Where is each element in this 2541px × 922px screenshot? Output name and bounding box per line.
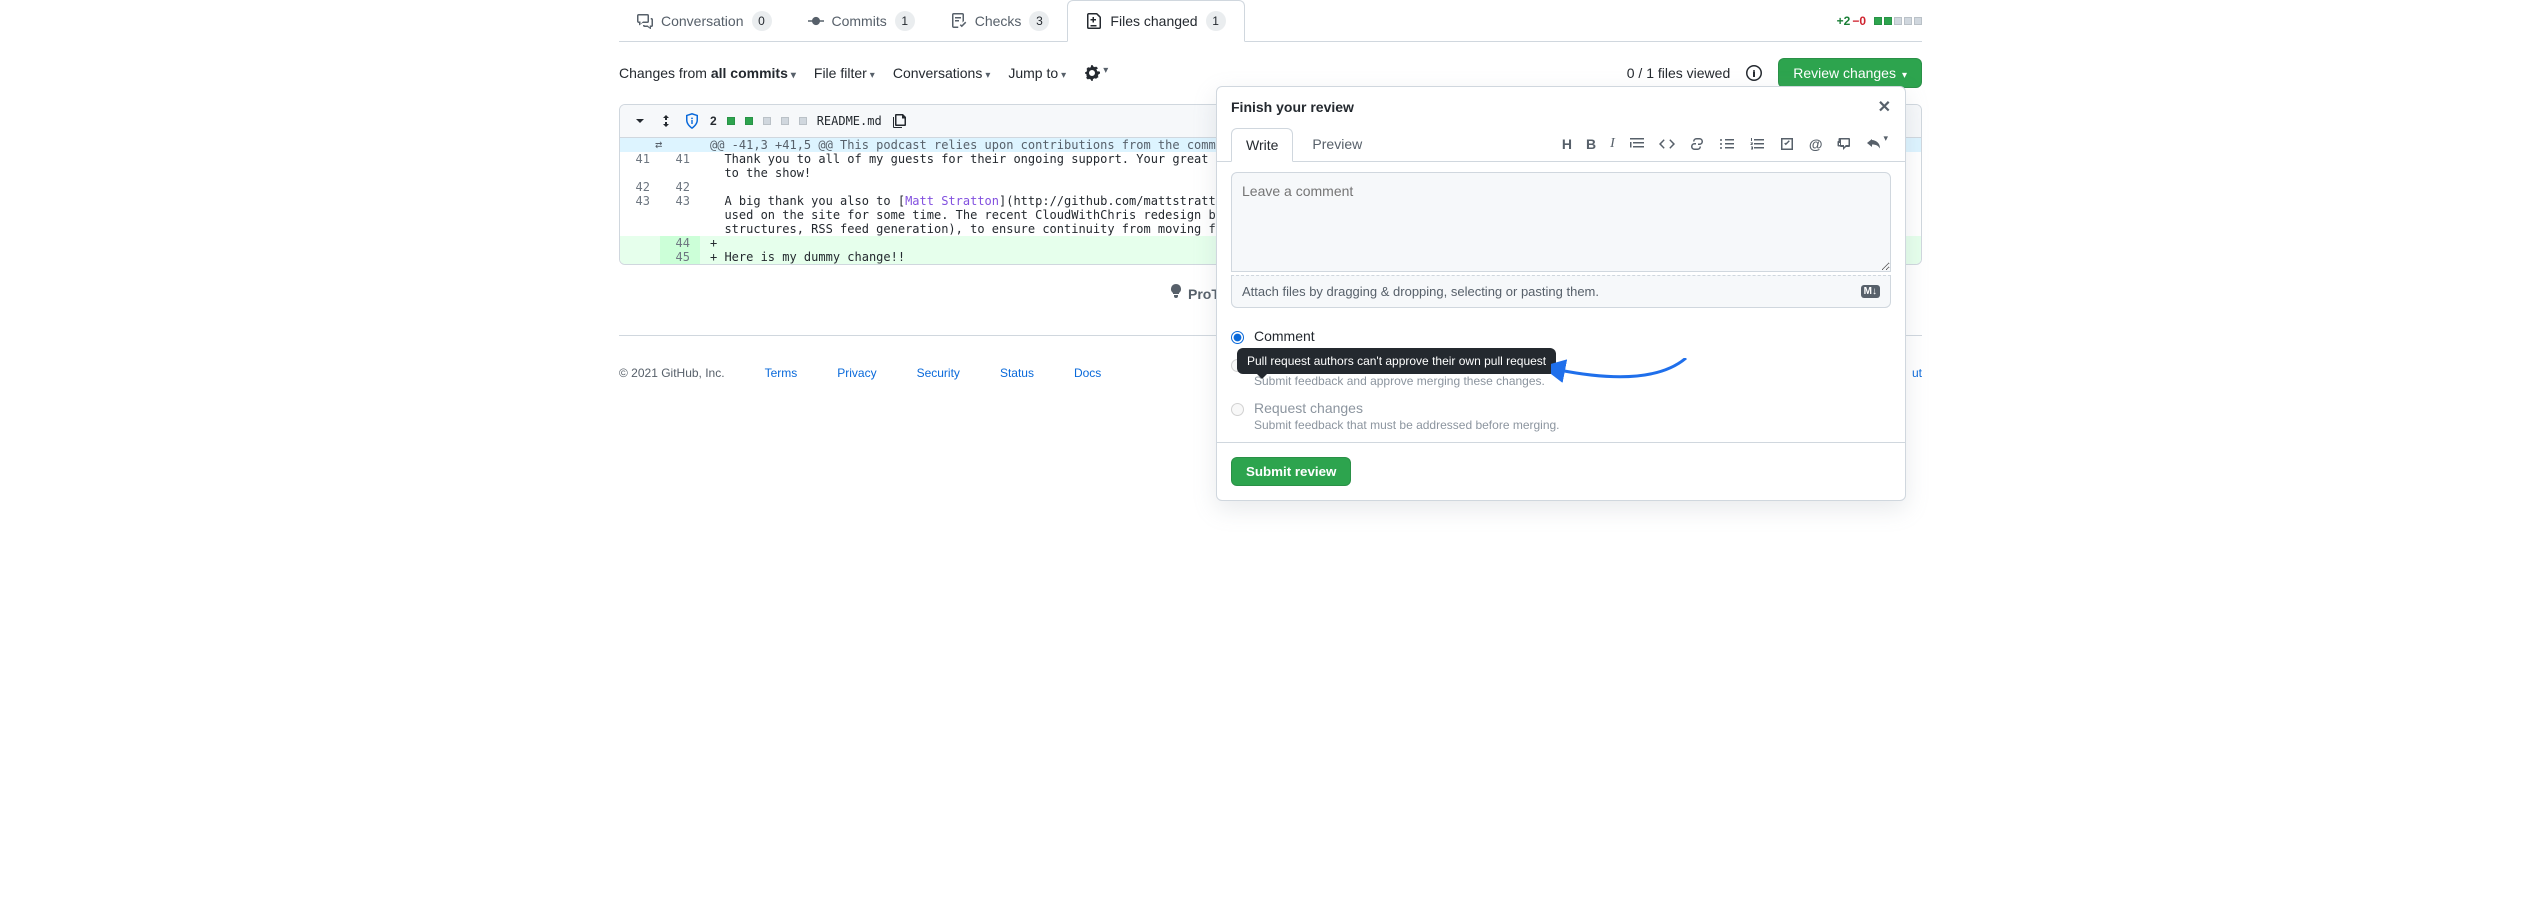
caret-down-icon <box>1902 65 1907 81</box>
quote-icon[interactable] <box>1629 136 1645 152</box>
reply-icon[interactable]: ▾ <box>1866 136 1887 152</box>
code-icon[interactable] <box>1659 136 1675 152</box>
inline-link[interactable]: Matt Stratton <box>905 194 999 208</box>
footer-link-security[interactable]: Security <box>917 366 960 380</box>
tab-label: Conversation <box>661 13 744 29</box>
gear-icon[interactable] <box>1084 65 1108 81</box>
bold-icon[interactable]: B <box>1586 136 1596 152</box>
tab-count: 3 <box>1029 11 1049 31</box>
review-option-comment[interactable]: Comment <box>1231 322 1891 350</box>
list-unordered-icon[interactable] <box>1719 136 1735 152</box>
tab-count: 0 <box>752 11 772 31</box>
pr-tabbar: Conversation 0 Commits 1 Checks 3 Files … <box>619 0 1922 42</box>
footer-link-status[interactable]: Status <box>1000 366 1034 380</box>
deletions-count: −0 <box>1852 14 1866 28</box>
callout-arrow-icon <box>1551 358 1691 398</box>
cross-reference-icon[interactable] <box>1836 136 1852 152</box>
diffstat-summary: +2 −0 <box>1837 14 1922 28</box>
diffstat-block-add <box>1874 17 1882 25</box>
tasklist-icon[interactable] <box>1779 136 1795 152</box>
tab-label: Commits <box>832 13 887 29</box>
footer-link-docs[interactable]: Docs <box>1074 366 1101 380</box>
tab-conversation[interactable]: Conversation 0 <box>619 1 790 41</box>
conversations-menu[interactable]: Conversations <box>893 65 991 81</box>
review-option-approve: Pull request authors can't approve their… <box>1231 350 1891 394</box>
diff-toolbar: Changes from all commits File filter Con… <box>619 42 1922 104</box>
additions-count: +2 <box>1837 14 1851 28</box>
radio-request-changes <box>1231 403 1244 416</box>
markdown-icon[interactable]: M↓ <box>1861 285 1880 298</box>
tab-commits[interactable]: Commits 1 <box>790 1 933 41</box>
info-icon[interactable] <box>1746 65 1762 81</box>
review-popover: Finish your review ✕ Write Preview H B I <box>1216 86 1906 501</box>
markdown-toolbar: H B I @ <box>1562 136 1891 152</box>
list-ordered-icon[interactable] <box>1749 136 1765 152</box>
approve-disabled-tooltip: Pull request authors can't approve their… <box>1237 348 1556 374</box>
diffstat-block-neutral <box>1914 17 1922 25</box>
chevron-down-icon[interactable] <box>632 113 648 129</box>
italic-icon[interactable]: I <box>1610 136 1615 152</box>
lightbulb-icon <box>1168 283 1184 299</box>
footer-link-terms[interactable]: Terms <box>765 366 798 380</box>
editor-tab-preview[interactable]: Preview <box>1297 127 1377 161</box>
expand-all-icon[interactable] <box>658 113 674 129</box>
diffstat-block-add <box>1884 17 1892 25</box>
checklist-icon <box>951 13 967 29</box>
comment-discussion-icon <box>637 13 653 29</box>
file-name[interactable]: README.md <box>817 114 882 128</box>
editor-tab-write[interactable]: Write <box>1231 128 1293 162</box>
mention-icon[interactable]: @ <box>1809 136 1823 152</box>
popover-title: Finish your review <box>1231 99 1354 115</box>
attach-hint[interactable]: Attach files by dragging & dropping, sel… <box>1242 284 1599 299</box>
tab-checks[interactable]: Checks 3 <box>933 1 1068 41</box>
file-filter-menu[interactable]: File filter <box>814 65 875 81</box>
footer-link-privacy[interactable]: Privacy <box>837 366 876 380</box>
git-commit-icon <box>808 13 824 29</box>
tab-count: 1 <box>895 11 915 31</box>
diffstat-block-neutral <box>1894 17 1902 25</box>
radio-comment[interactable] <box>1231 331 1244 344</box>
copy-icon[interactable] <box>892 113 908 129</box>
changes-from-menu[interactable]: Changes from all commits <box>619 65 796 81</box>
expand-hunk-icon[interactable]: ⇅ <box>620 138 700 152</box>
file-change-count: 2 <box>710 114 717 128</box>
copyright: © 2021 GitHub, Inc. <box>619 366 725 380</box>
link-icon[interactable] <box>1689 136 1705 152</box>
files-viewed-count: 0 / 1 files viewed <box>1627 65 1731 81</box>
tab-count: 1 <box>1206 11 1226 31</box>
file-diff-icon <box>1086 13 1102 29</box>
review-option-request-changes: Request changes Submit feedback that mus… <box>1231 394 1891 438</box>
review-changes-button[interactable]: Review changes <box>1778 58 1922 88</box>
tab-label: Files changed <box>1110 13 1197 29</box>
footer-right-fragment[interactable]: ut <box>1912 366 1922 380</box>
heading-icon[interactable]: H <box>1562 136 1572 152</box>
close-icon[interactable]: ✕ <box>1878 97 1891 117</box>
jump-to-menu[interactable]: Jump to <box>1008 65 1066 81</box>
diffstat-block-neutral <box>1904 17 1912 25</box>
tab-label: Checks <box>975 13 1022 29</box>
review-comment-input[interactable] <box>1231 172 1891 272</box>
tab-files-changed[interactable]: Files changed 1 <box>1067 0 1244 42</box>
shield-icon[interactable] <box>684 113 700 129</box>
submit-review-button[interactable]: Submit review <box>1231 457 1351 486</box>
